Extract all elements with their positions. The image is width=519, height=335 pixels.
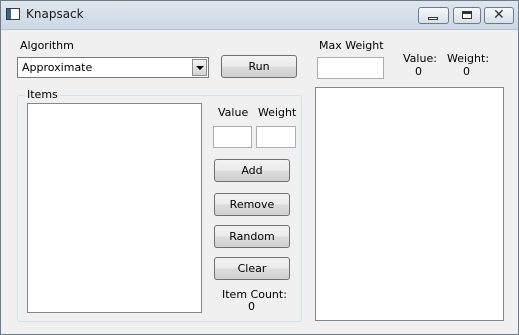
item-value-input[interactable]	[213, 126, 252, 148]
result-weight-label: Weight:	[447, 52, 490, 65]
results-listbox[interactable]	[315, 87, 504, 321]
run-button[interactable]: Run	[221, 55, 297, 78]
app-icon	[6, 8, 20, 20]
title-bar[interactable]: Knapsack ✕	[1, 1, 518, 30]
knapsack-window: Knapsack ✕ Algorithm Approximate Run Max…	[0, 0, 519, 335]
add-button[interactable]: Add	[214, 159, 290, 182]
items-group-legend: Items	[25, 88, 60, 101]
result-value-label: Value:	[403, 52, 437, 65]
clear-button[interactable]: Clear	[214, 257, 290, 280]
max-weight-input[interactable]	[317, 57, 384, 79]
chevron-down-icon[interactable]	[192, 59, 207, 76]
minimize-icon	[428, 17, 438, 20]
result-weight: 0	[463, 65, 470, 78]
minimize-button[interactable]	[418, 7, 449, 24]
item-weight-label: Weight	[258, 106, 297, 119]
algorithm-label: Algorithm	[20, 39, 74, 52]
items-listbox[interactable]	[27, 103, 202, 313]
item-weight-input[interactable]	[256, 126, 296, 148]
maximize-button[interactable]	[453, 7, 481, 24]
close-button[interactable]: ✕	[484, 7, 514, 24]
maximize-icon	[462, 11, 472, 19]
max-weight-label: Max Weight	[319, 39, 384, 52]
algorithm-select[interactable]: Approximate	[17, 57, 209, 78]
algorithm-selected-value: Approximate	[22, 61, 93, 74]
random-button[interactable]: Random	[214, 225, 290, 248]
item-count-value: 0	[248, 300, 255, 313]
item-value-label: Value	[218, 106, 249, 119]
window-title: Knapsack	[26, 7, 84, 21]
result-value: 0	[415, 65, 422, 78]
remove-button[interactable]: Remove	[214, 193, 290, 216]
close-icon: ✕	[493, 7, 505, 23]
